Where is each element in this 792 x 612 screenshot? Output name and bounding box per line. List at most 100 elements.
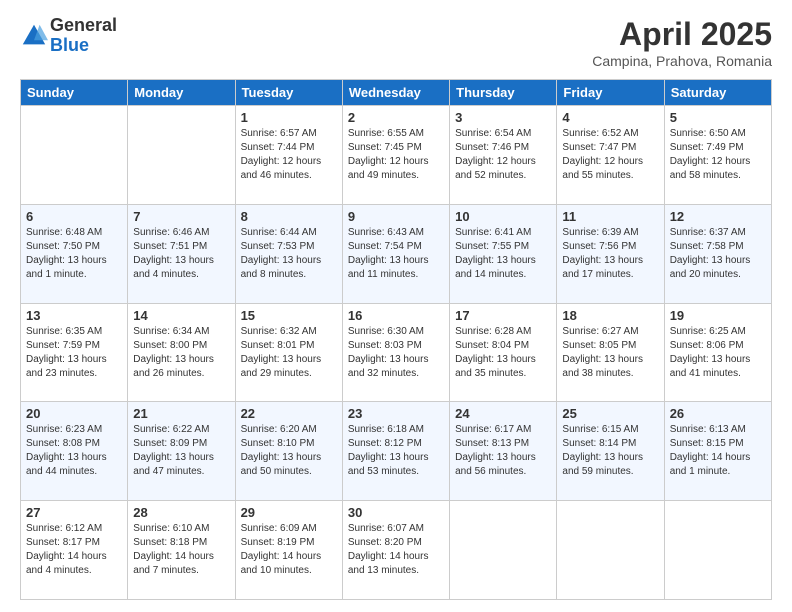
calendar-cell: 24Sunrise: 6:17 AM Sunset: 8:13 PM Dayli…: [450, 402, 557, 501]
day-number: 12: [670, 209, 766, 224]
cell-info: Sunrise: 6:09 AM Sunset: 8:19 PM Dayligh…: [241, 522, 337, 578]
calendar-cell: 25Sunrise: 6:15 AM Sunset: 8:14 PM Dayli…: [557, 402, 664, 501]
week-row-1: 1 Sunrise: 6:57 AM Sunset: 7:44 PM Daylig…: [21, 106, 772, 205]
calendar-cell: [128, 106, 235, 205]
calendar-cell: 7 Sunrise: 6:46 AM Sunset: 7:51 PM Daylig…: [128, 204, 235, 303]
title-block: April 2025 Campina, Prahova, Romania: [592, 16, 772, 69]
calendar-table: SundayMondayTuesdayWednesdayThursdayFrid…: [20, 79, 772, 600]
calendar-cell: 13Sunrise: 6:35 AM Sunset: 7:59 PM Dayli…: [21, 303, 128, 402]
cell-info: Sunrise: 6:41 AM Sunset: 7:55 PM Dayligh…: [455, 226, 551, 282]
calendar-cell: 20 Sunrise: 6:23 AM Sunset: 8:08 PM Dayli…: [21, 402, 128, 501]
cell-info: Sunrise: 6:22 AM Sunset: 8:09 PM Dayligh…: [133, 423, 229, 479]
calendar-cell: [21, 106, 128, 205]
logo: General Blue: [20, 16, 117, 56]
calendar-cell: 14 Sunrise: 6:34 AM Sunset: 8:00 PM Dayli…: [128, 303, 235, 402]
calendar-cell: 15 Sunrise: 6:32 AM Sunset: 8:01 PM Dayli…: [235, 303, 342, 402]
calendar-cell: 22Sunrise: 6:20 AM Sunset: 8:10 PM Dayli…: [235, 402, 342, 501]
weekday-header-wednesday: Wednesday: [342, 80, 449, 106]
cell-info: Sunrise: 6:48 AM Sunset: 7:50 PM Dayligh…: [26, 226, 122, 282]
day-number: 21: [133, 406, 229, 421]
day-number: 16: [348, 308, 444, 323]
cell-info: Sunrise: 6:10 AM Sunset: 8:18 PM Dayligh…: [133, 522, 229, 578]
weekday-header-friday: Friday: [557, 80, 664, 106]
logo-text: General Blue: [50, 16, 117, 56]
day-number: 6: [26, 209, 122, 224]
cell-info: Sunrise: 6:20 AM Sunset: 8:10 PM Dayligh…: [241, 423, 337, 479]
calendar-cell: 2 Sunrise: 6:55 AM Sunset: 7:45 PM Daylig…: [342, 106, 449, 205]
day-number: 19: [670, 308, 766, 323]
day-number: 18: [562, 308, 658, 323]
logo-blue: Blue: [50, 36, 117, 56]
day-number: 28: [133, 505, 229, 520]
calendar-cell: 29Sunrise: 6:09 AM Sunset: 8:19 PM Dayli…: [235, 501, 342, 600]
cell-info: Sunrise: 6:34 AM Sunset: 8:00 PM Dayligh…: [133, 325, 229, 381]
day-number: 4: [562, 110, 658, 125]
cell-info: Sunrise: 6:23 AM Sunset: 8:08 PM Dayligh…: [26, 423, 122, 479]
location: Campina, Prahova, Romania: [592, 53, 772, 69]
cell-info: Sunrise: 6:50 AM Sunset: 7:49 PM Dayligh…: [670, 127, 766, 183]
cell-info: Sunrise: 6:32 AM Sunset: 8:01 PM Dayligh…: [241, 325, 337, 381]
calendar-cell: 1 Sunrise: 6:57 AM Sunset: 7:44 PM Daylig…: [235, 106, 342, 205]
week-row-3: 13Sunrise: 6:35 AM Sunset: 7:59 PM Dayli…: [21, 303, 772, 402]
cell-info: Sunrise: 6:17 AM Sunset: 8:13 PM Dayligh…: [455, 423, 551, 479]
cell-info: Sunrise: 6:30 AM Sunset: 8:03 PM Dayligh…: [348, 325, 444, 381]
cell-info: Sunrise: 6:54 AM Sunset: 7:46 PM Dayligh…: [455, 127, 551, 183]
calendar-cell: 23Sunrise: 6:18 AM Sunset: 8:12 PM Dayli…: [342, 402, 449, 501]
calendar-cell: 27Sunrise: 6:12 AM Sunset: 8:17 PM Dayli…: [21, 501, 128, 600]
calendar-cell: 6 Sunrise: 6:48 AM Sunset: 7:50 PM Daylig…: [21, 204, 128, 303]
weekday-header-thursday: Thursday: [450, 80, 557, 106]
day-number: 7: [133, 209, 229, 224]
day-number: 14: [133, 308, 229, 323]
day-number: 30: [348, 505, 444, 520]
calendar-cell: 8Sunrise: 6:44 AM Sunset: 7:53 PM Daylig…: [235, 204, 342, 303]
cell-info: Sunrise: 6:12 AM Sunset: 8:17 PM Dayligh…: [26, 522, 122, 578]
cell-info: Sunrise: 6:25 AM Sunset: 8:06 PM Dayligh…: [670, 325, 766, 381]
cell-info: Sunrise: 6:57 AM Sunset: 7:44 PM Dayligh…: [241, 127, 337, 183]
day-number: 13: [26, 308, 122, 323]
cell-info: Sunrise: 6:07 AM Sunset: 8:20 PM Dayligh…: [348, 522, 444, 578]
cell-info: Sunrise: 6:13 AM Sunset: 8:15 PM Dayligh…: [670, 423, 766, 479]
calendar-cell: [450, 501, 557, 600]
calendar-cell: 5 Sunrise: 6:50 AM Sunset: 7:49 PM Daylig…: [664, 106, 771, 205]
cell-info: Sunrise: 6:55 AM Sunset: 7:45 PM Dayligh…: [348, 127, 444, 183]
weekday-header-saturday: Saturday: [664, 80, 771, 106]
cell-info: Sunrise: 6:52 AM Sunset: 7:47 PM Dayligh…: [562, 127, 658, 183]
month-title: April 2025: [592, 16, 772, 53]
day-number: 11: [562, 209, 658, 224]
calendar-cell: 19 Sunrise: 6:25 AM Sunset: 8:06 PM Dayli…: [664, 303, 771, 402]
cell-info: Sunrise: 6:43 AM Sunset: 7:54 PM Dayligh…: [348, 226, 444, 282]
calendar-cell: 11 Sunrise: 6:39 AM Sunset: 7:56 PM Dayli…: [557, 204, 664, 303]
logo-icon: [20, 22, 48, 50]
logo-general: General: [50, 16, 117, 36]
cell-info: Sunrise: 6:39 AM Sunset: 7:56 PM Dayligh…: [562, 226, 658, 282]
day-number: 3: [455, 110, 551, 125]
calendar-cell: 30 Sunrise: 6:07 AM Sunset: 8:20 PM Dayli…: [342, 501, 449, 600]
day-number: 2: [348, 110, 444, 125]
cell-info: Sunrise: 6:15 AM Sunset: 8:14 PM Dayligh…: [562, 423, 658, 479]
day-number: 8: [241, 209, 337, 224]
calendar-cell: 18Sunrise: 6:27 AM Sunset: 8:05 PM Dayli…: [557, 303, 664, 402]
calendar-cell: 17Sunrise: 6:28 AM Sunset: 8:04 PM Dayli…: [450, 303, 557, 402]
weekday-header-tuesday: Tuesday: [235, 80, 342, 106]
day-number: 26: [670, 406, 766, 421]
calendar-cell: 10Sunrise: 6:41 AM Sunset: 7:55 PM Dayli…: [450, 204, 557, 303]
day-number: 5: [670, 110, 766, 125]
day-number: 23: [348, 406, 444, 421]
cell-info: Sunrise: 6:28 AM Sunset: 8:04 PM Dayligh…: [455, 325, 551, 381]
calendar-cell: 12 Sunrise: 6:37 AM Sunset: 7:58 PM Dayli…: [664, 204, 771, 303]
calendar-cell: 26 Sunrise: 6:13 AM Sunset: 8:15 PM Dayli…: [664, 402, 771, 501]
calendar-cell: 21 Sunrise: 6:22 AM Sunset: 8:09 PM Dayli…: [128, 402, 235, 501]
calendar-cell: 3 Sunrise: 6:54 AM Sunset: 7:46 PM Daylig…: [450, 106, 557, 205]
week-row-5: 27Sunrise: 6:12 AM Sunset: 8:17 PM Dayli…: [21, 501, 772, 600]
week-row-2: 6 Sunrise: 6:48 AM Sunset: 7:50 PM Daylig…: [21, 204, 772, 303]
calendar-cell: [557, 501, 664, 600]
day-number: 15: [241, 308, 337, 323]
day-number: 1: [241, 110, 337, 125]
cell-info: Sunrise: 6:37 AM Sunset: 7:58 PM Dayligh…: [670, 226, 766, 282]
day-number: 20: [26, 406, 122, 421]
cell-info: Sunrise: 6:46 AM Sunset: 7:51 PM Dayligh…: [133, 226, 229, 282]
week-row-4: 20 Sunrise: 6:23 AM Sunset: 8:08 PM Dayli…: [21, 402, 772, 501]
weekday-header-row: SundayMondayTuesdayWednesdayThursdayFrid…: [21, 80, 772, 106]
calendar-cell: [664, 501, 771, 600]
day-number: 9: [348, 209, 444, 224]
